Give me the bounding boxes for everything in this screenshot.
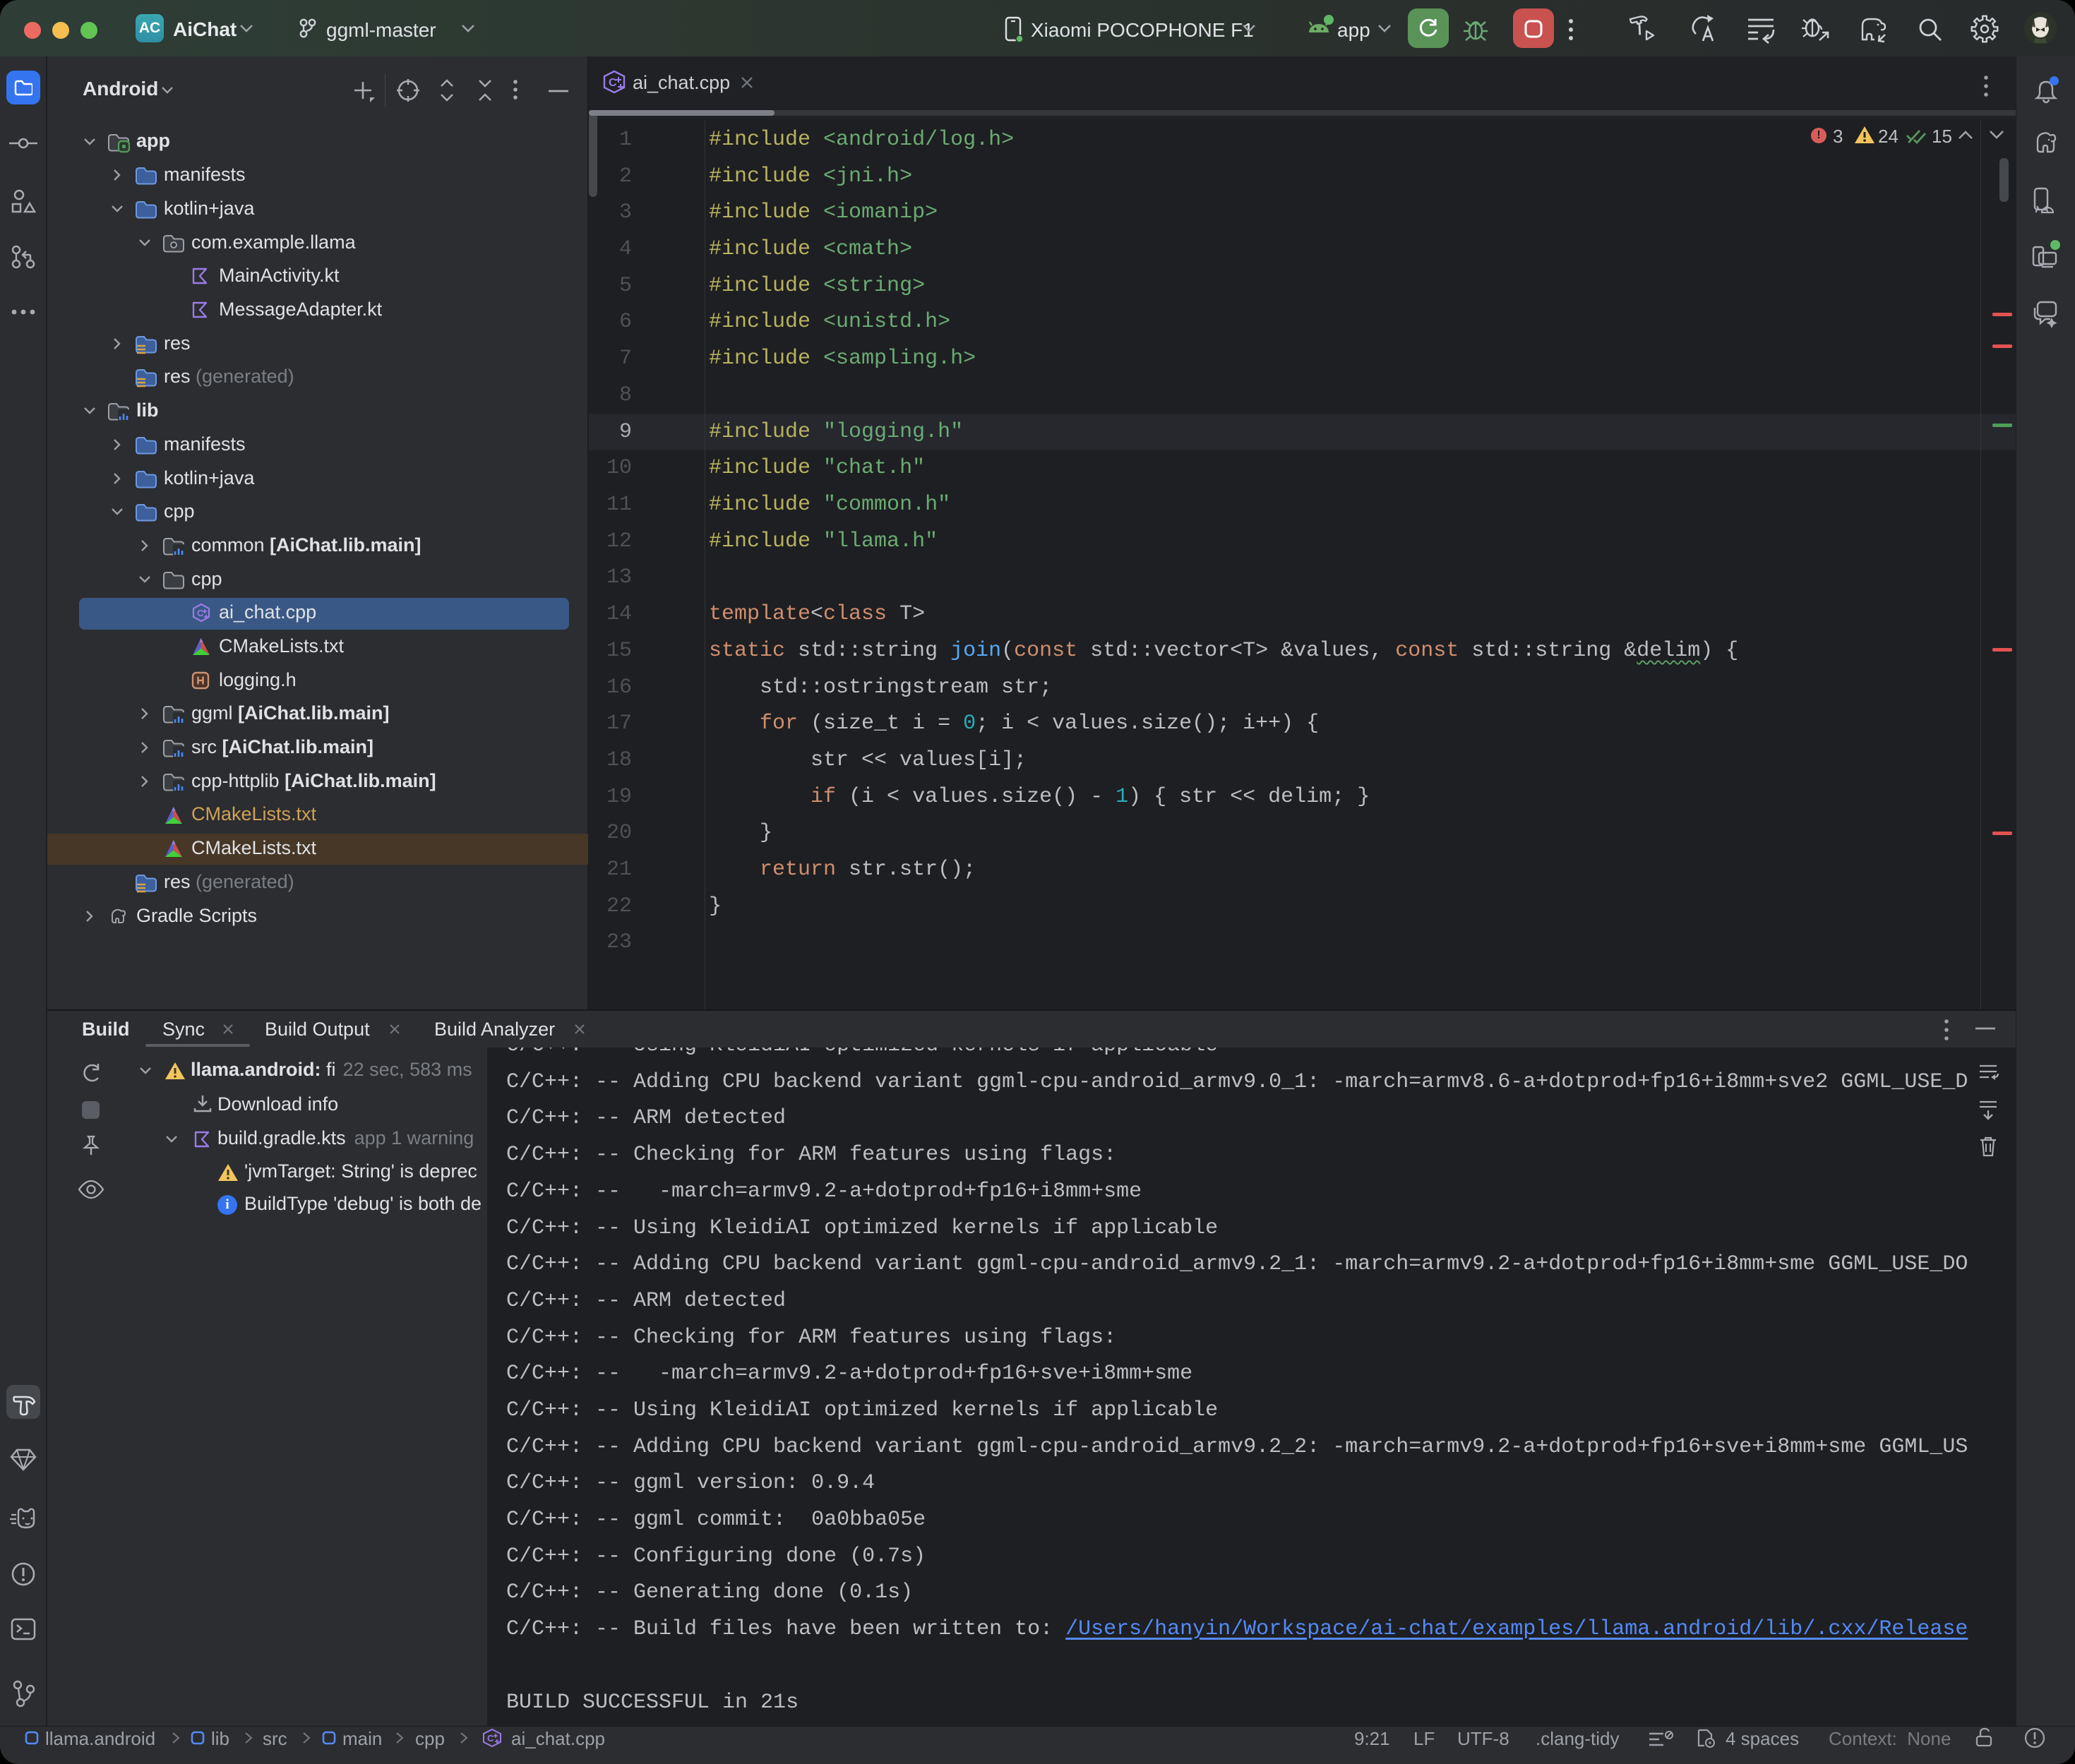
svg-text:C: C <box>487 1733 494 1744</box>
svg-text:C: C <box>197 608 204 618</box>
svg-text:C: C <box>609 77 617 89</box>
